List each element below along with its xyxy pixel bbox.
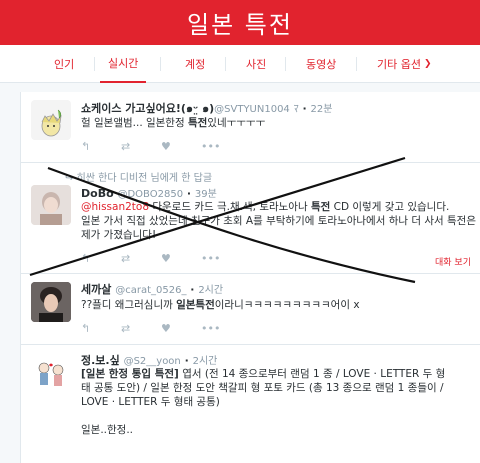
tab-accounts[interactable]: 계정 [185,45,205,83]
tweet-author[interactable]: 쇼케이스 가고싶어요!(๑ᵕ̤ ๑)@SVTYUN1004 ﾏ · 22분 [81,99,332,117]
tweet-feed: 쇼케이스 가고싶어요!(๑ᵕ̤ ๑)@SVTYUN1004 ﾏ · 22분 헐 … [20,92,480,463]
tweet-author[interactable]: 세까살 @carat_0526_ · 2시간 [81,281,223,297]
avatar[interactable] [31,185,71,225]
tweet-item[interactable]: ↪ 히싼 한다 디비전 님에게 한 답글 DoBo @DOBO2850 · 39… [21,163,480,274]
text-segment: 있네ㅜㅜㅜㅜ [207,117,266,129]
tweet-text: 헐 일본앨범... 일본한정 특전있네ㅜㅜㅜㅜ [81,116,471,130]
mention-link[interactable]: @hissan2to8 [81,201,149,213]
tweet-actions: ↰ ⇄ ♥ ••• [81,252,241,266]
text-segment: 이라니ㅋㅋㅋㅋㅋㅋㅋㅋㅋ어이 x [214,299,360,311]
view-conversation-link[interactable]: 대화 보기 [435,255,471,268]
avatar[interactable] [31,100,71,140]
tweet-text: ??플디 왜그러심니까 일본특전이라니ㅋㅋㅋㅋㅋㅋㅋㅋㅋ어이 x [81,298,471,312]
more-icon[interactable]: ••• [201,140,241,154]
text-highlight: 일본특전 [176,299,215,311]
display-name[interactable]: 정.보.싶 [81,354,120,367]
text-segment: 일본..한정.. [81,424,133,436]
tab-divider [160,57,161,71]
handle[interactable]: @SVTYUN1004 [214,104,290,115]
avatar[interactable] [31,353,71,393]
header-bar: 일본 특전 [0,0,480,45]
tab-divider [285,57,286,71]
tab-divider [356,57,357,71]
text-highlight: 특전 [310,201,331,213]
tweet-text: [일본 한정 통입 특전] 엽서 (전 14 종으로부터 랜덤 1 종 / LO… [81,367,479,437]
reply-context[interactable]: ↪ 히싼 한다 디비전 님에게 한 답글 [65,169,212,184]
tweet-author[interactable]: 정.보.싶 @S2__yoon · 2시간 [81,352,217,368]
tab-label: 실시간 [108,57,139,70]
like-icon[interactable]: ♥ [161,252,201,266]
reply-icon[interactable]: ↰ [81,322,121,336]
reply-arrow-icon: ↪ [65,173,74,184]
tweet-author[interactable]: DoBo @DOBO2850 · 39분 [81,185,217,200]
more-icon[interactable]: ••• [201,252,241,266]
tab-live[interactable]: 실시간 [100,45,147,83]
text-highlight: [일본 한정 통입 특전] [81,368,179,380]
retweet-icon[interactable]: ⇄ [121,140,161,154]
tab-divider [225,57,226,71]
tab-more-options[interactable]: 기타 옵션 ❯ [377,45,432,83]
tab-label: 기타 옵션 [377,58,421,71]
tab-label: 인기 [54,58,75,71]
tweet-item[interactable]: 쇼케이스 가고싶어요!(๑ᵕ̤ ๑)@SVTYUN1004 ﾏ · 22분 헐 … [21,92,480,163]
retweet-icon[interactable]: ⇄ [121,252,161,266]
handle[interactable]: @S2__yoon [124,356,181,367]
text-segment: 다운로드 카드 극.채.색, 토라노아나 [149,201,311,213]
like-icon[interactable]: ♥ [161,322,201,336]
reply-context-text: 히싼 한다 디비전 님에게 한 답글 [76,173,213,184]
page-title: 일본 특전 [187,11,293,39]
text-segment: 일본 가서 직접 샀었는데 친구가 초회 A를 부탁하기에 토라노아나에서 하나… [81,215,476,241]
timestamp[interactable]: 39분 [195,189,217,200]
display-name[interactable]: 쇼케이스 가고싶어요!(๑ᵕ̤ ๑) [81,102,214,115]
tweet-item[interactable]: 정.보.싶 @S2__yoon · 2시간 [일본 한정 통입 특전] 엽서 (… [21,345,480,463]
retweet-icon[interactable]: ⇄ [121,322,161,336]
reply-icon[interactable]: ↰ [81,140,121,154]
tab-top[interactable]: 인기 [54,45,74,83]
text-segment: CD 이렇게 갖고 있습니다. [330,201,450,213]
tweet-item[interactable]: 세까살 @carat_0526_ · 2시간 ??플디 왜그러심니까 일본특전이… [21,274,480,345]
avatar[interactable] [31,282,71,322]
text-segment: 헐 일본앨범... 일본한정 [81,117,188,129]
display-name[interactable]: DoBo [81,187,114,200]
tweet-actions: ↰ ⇄ ♥ ••• [81,140,241,154]
display-name[interactable]: 세까살 [81,283,111,296]
tweet-actions: ↰ ⇄ ♥ ••• [81,322,241,336]
tab-bar: 인기 실시간 계정 사진 동영상 기타 옵션 ❯ [0,45,480,83]
more-icon[interactable]: ••• [201,322,241,336]
timestamp[interactable]: 2시간 [198,285,223,296]
tab-divider [94,57,95,71]
timestamp[interactable]: 2시간 [193,356,218,367]
tab-videos[interactable]: 동영상 [306,45,336,83]
text-segment: 엽서 (전 14 종으로부터 랜덤 1 종 / LOVE · LETTER 두 … [178,368,446,380]
like-icon[interactable]: ♥ [161,140,201,154]
handle-suffix: ﾏ [293,104,299,115]
timestamp[interactable]: 22분 [310,104,332,115]
text-segment: LOVE · LETTER 두 형태 공통) [81,396,220,408]
reply-icon[interactable]: ↰ [81,252,121,266]
tab-label: 동영상 [306,58,337,71]
tab-label: 사진 [246,58,267,71]
chevron-down-icon: ❯ [423,59,432,69]
tab-photos[interactable]: 사진 [246,45,266,83]
text-segment: 태 공통 도안) / 일본 한정 도안 책갈피 형 포토 카드 (총 13 종으… [81,382,444,394]
text-segment: ??플디 왜그러심니까 [81,299,177,311]
tweet-text: @hissan2to8 다운로드 카드 극.채.색, 토라노아나 특전 CD 이… [81,200,476,242]
handle[interactable]: @carat_0526_ [115,285,186,296]
text-highlight: 특전 [187,117,208,129]
handle[interactable]: @DOBO2850 [117,189,183,200]
tab-label: 계정 [185,58,206,71]
